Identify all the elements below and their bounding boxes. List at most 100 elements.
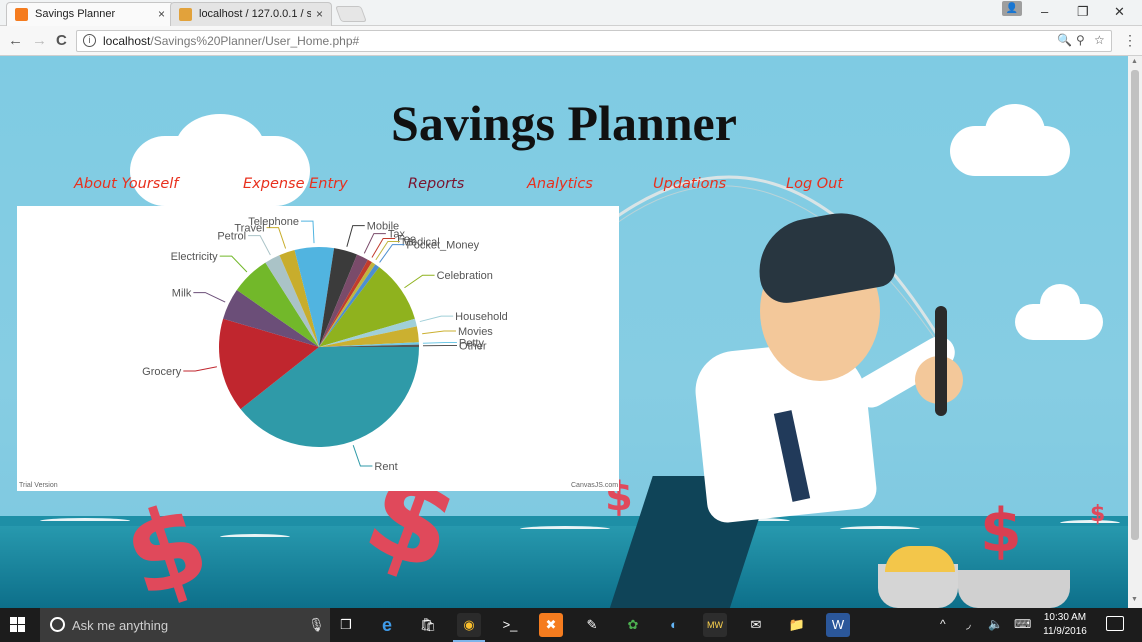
windows-start-icon[interactable] xyxy=(10,617,26,633)
forward-button[interactable]: → xyxy=(32,32,47,49)
tab-close-icon[interactable]: × xyxy=(316,7,323,21)
wave xyxy=(520,526,610,532)
pie-leader-line xyxy=(379,244,405,263)
xampp-favicon-icon xyxy=(15,8,28,21)
url-path: /Savings%20Planner/User_Home.php# xyxy=(150,34,360,48)
address-url: localhost/Savings%20Planner/User_Home.ph… xyxy=(103,34,359,48)
word-taskbar-icon[interactable]: W xyxy=(826,613,850,637)
taskbar-clock[interactable]: 10:30 AM 11/9/2016 xyxy=(1040,611,1090,639)
pie-leader-line xyxy=(363,233,386,254)
page-viewport: $ $ $ $ $ Savings Planner About Yourself… xyxy=(0,56,1128,608)
tab-title: Savings Planner xyxy=(35,8,116,20)
task-view-taskbar-icon[interactable]: ❒ xyxy=(334,613,358,637)
scrollbar-thumb[interactable] xyxy=(1131,70,1139,540)
mw-taskbar-icon[interactable]: MW xyxy=(703,613,727,637)
pie-leader-line xyxy=(404,274,435,289)
restore-button[interactable]: ❐ xyxy=(1077,4,1089,20)
pie-leader-line xyxy=(346,225,365,247)
show-hidden-icons-chevron-icon[interactable]: ^ xyxy=(940,617,946,631)
chrome-taskbar-icon[interactable]: ◉ xyxy=(453,613,485,642)
scroll-down-arrow-icon[interactable]: ▼ xyxy=(1131,596,1138,603)
new-tab-button[interactable] xyxy=(335,6,367,22)
pie-leader-line xyxy=(248,235,271,256)
nav-log-out[interactable]: Log Out xyxy=(786,176,843,192)
tab-title: localhost / 127.0.0.1 / sa xyxy=(199,8,311,20)
pie-leader-line xyxy=(183,366,217,372)
nav-reports[interactable]: Reports xyxy=(408,176,464,192)
explorer-taskbar-icon[interactable]: 📁 xyxy=(785,613,809,637)
tab-savings-planner[interactable]: Savings Planner × xyxy=(6,2,174,26)
wave xyxy=(840,526,920,532)
pie-leader-line xyxy=(352,445,373,467)
xampp-taskbar-icon[interactable]: ✖ xyxy=(539,613,563,637)
cortana-icon xyxy=(50,617,65,632)
url-host: localhost xyxy=(103,34,151,48)
search-placeholder: Ask me anything xyxy=(72,618,169,633)
pie-leader-line xyxy=(300,220,315,244)
pie-label-celebration: Celebration xyxy=(437,270,493,282)
expense-pie-chart: Rent Grocery Milk Electricity Petrol Travel Te… xyxy=(17,206,619,491)
paint-taskbar-icon[interactable]: ✎ xyxy=(580,613,604,637)
pie-label-milk: Milk xyxy=(172,288,192,300)
nav-updations[interactable]: Updations xyxy=(653,176,726,192)
minimize-button[interactable]: – xyxy=(1041,4,1048,19)
app-green-taskbar-icon[interactable]: ✿ xyxy=(621,613,645,637)
pie-label-other: Other xyxy=(459,340,487,352)
tab-close-icon[interactable]: × xyxy=(158,7,165,21)
pie-leader-line xyxy=(193,292,226,303)
user-profile-icon[interactable]: 👤 xyxy=(1002,1,1022,16)
pie-label-movies: Movies xyxy=(458,326,493,338)
reload-button[interactable]: C xyxy=(56,32,67,49)
address-bar[interactable]: i localhost/Savings%20Planner/User_Home.… xyxy=(76,30,1112,52)
site-info-icon[interactable]: i xyxy=(83,34,96,47)
action-center-icon[interactable] xyxy=(1106,616,1124,631)
pie-leader-line xyxy=(422,341,457,344)
edge-taskbar-icon[interactable]: e xyxy=(375,613,399,637)
key-icon[interactable]: ⚲ xyxy=(1076,33,1085,47)
browser-menu-icon[interactable]: ⋮ xyxy=(1123,32,1137,49)
cmd-taskbar-icon[interactable]: >_ xyxy=(498,613,522,637)
page-scrollbar[interactable]: ▲ ▼ xyxy=(1128,56,1142,608)
phpmyadmin-favicon-icon xyxy=(179,8,192,21)
back-button[interactable]: ← xyxy=(8,32,23,49)
pie-label-pocket-money: Pocket_Money xyxy=(406,240,479,252)
tab-phpmyadmin[interactable]: localhost / 127.0.0.1 / sa × xyxy=(170,2,332,26)
nav-expense-entry[interactable]: Expense Entry xyxy=(243,176,348,192)
app-blue-taskbar-icon[interactable]: ◐ xyxy=(662,613,686,637)
background-cloud xyxy=(1040,284,1080,324)
pie-label-rent: Rent xyxy=(374,461,397,473)
pie-label-telephone: Telephone xyxy=(248,216,299,228)
wifi-icon[interactable]: ◞ xyxy=(966,617,971,631)
clock-time: 10:30 AM xyxy=(1043,612,1087,623)
trial-version-label: Trial Version xyxy=(19,482,58,489)
clock-date: 11/9/2016 xyxy=(1043,626,1087,637)
main-navigation: About Yourself Expense Entry Reports Ana… xyxy=(0,176,1128,198)
canvasjs-credit: CanvasJS.com xyxy=(571,482,619,489)
bookmark-star-icon[interactable]: ☆ xyxy=(1094,33,1105,47)
pie-leader-line xyxy=(422,330,456,335)
cortana-search-box[interactable]: Ask me anything 🎙 xyxy=(40,608,330,642)
pie-chart-svg: RentGroceryMilkElectricityPetrolTravelTe… xyxy=(142,216,508,473)
store-taskbar-icon[interactable]: 🛍 xyxy=(416,613,440,637)
dollar-sign-decoration: $ xyxy=(1090,502,1106,527)
scroll-up-arrow-icon[interactable]: ▲ xyxy=(1131,58,1138,65)
dollar-sign-decoration: $ xyxy=(980,496,1022,566)
microphone-icon[interactable]: 🎙 xyxy=(308,617,325,633)
mail-taskbar-icon[interactable]: ✉ xyxy=(744,613,768,637)
close-window-button[interactable]: ✕ xyxy=(1114,4,1125,20)
pie-label-electricity: Electricity xyxy=(171,251,219,263)
pie-leader-line xyxy=(266,227,287,249)
windows-taskbar: Ask me anything 🎙 ❒ e 🛍 ◉ >_ ✖ ✎ ✿ ◐ MW ✉ 📁 W ^ ◞ 🔈 … xyxy=(0,608,1142,642)
nav-about-yourself[interactable]: About Yourself xyxy=(74,176,178,192)
volume-icon[interactable]: 🔈 xyxy=(988,617,1003,631)
pie-leader-line xyxy=(219,255,248,273)
keyboard-icon[interactable]: ⌨ xyxy=(1014,617,1031,631)
pie-label-household: Household xyxy=(455,311,508,323)
pie-label-grocery: Grocery xyxy=(142,366,182,378)
pie-leader-line xyxy=(419,315,454,323)
zoom-icon[interactable]: 🔍 xyxy=(1057,33,1072,47)
nav-analytics[interactable]: Analytics xyxy=(527,176,593,192)
bucket-illustration xyxy=(958,570,1070,608)
site-title: Savings Planner xyxy=(391,95,737,151)
tab-strip: Savings Planner × localhost / 127.0.0.1 … xyxy=(0,0,1142,26)
